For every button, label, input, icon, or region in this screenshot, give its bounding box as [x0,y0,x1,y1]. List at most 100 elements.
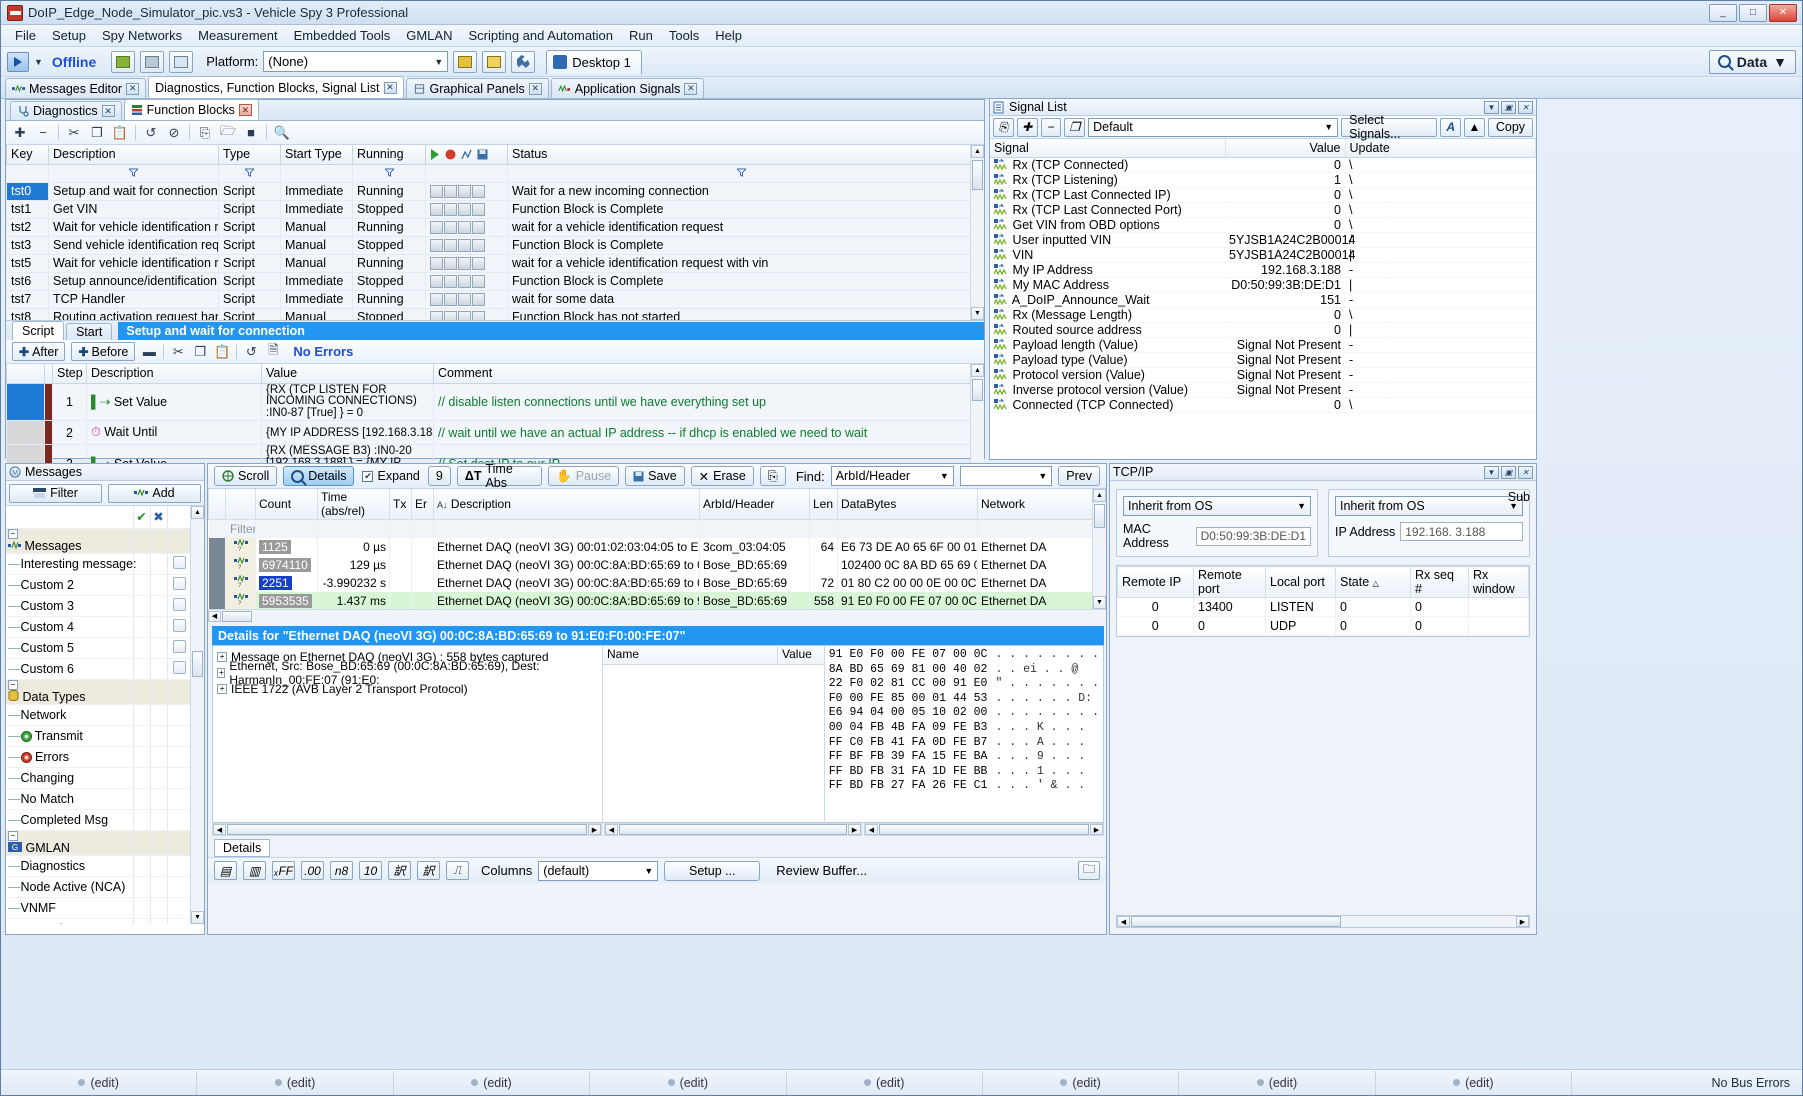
list-item[interactable]: ―Node Active (NCA) [6,876,191,897]
clear-all-icon[interactable]: ✖ [150,506,167,528]
run-block-button[interactable] [430,239,443,252]
scroll-thumb[interactable] [222,611,252,622]
find-prev-button[interactable]: Prev [1058,466,1100,486]
col-running[interactable]: Running [353,145,426,164]
remove-icon[interactable]: − [1041,118,1062,137]
cell-c[interactable] [167,637,191,658]
collapse-icon[interactable]: − [8,529,18,539]
erase-button[interactable]: ✕Erase [691,466,754,486]
close-icon[interactable]: ✕ [529,83,542,95]
script-scrollbar[interactable]: ▲ [970,364,984,476]
panel-menu-icon[interactable]: ▼ [1484,466,1499,479]
stop-block-button[interactable] [444,293,457,306]
list-item[interactable]: ―No Match [6,788,191,809]
col-description[interactable]: Description [49,145,219,164]
menu-item-scripting[interactable]: Scripting and Automation [460,26,621,45]
stop-icon[interactable]: ■ [243,125,259,141]
language-icon[interactable]: 訳 [417,861,440,880]
close-icon[interactable]: ✕ [102,105,115,117]
data-button[interactable]: Data ▼ [1709,50,1796,74]
graph-block-button[interactable] [458,185,471,198]
table-row[interactable]: ? 2251 -3.990232 s Ethernet DAQ (neoVI 3… [209,574,1094,592]
filter-er[interactable] [412,520,434,538]
col-start-type[interactable]: Start Type [281,145,353,164]
toggle-box[interactable] [173,577,186,590]
stop-block-button[interactable] [444,257,457,270]
messages-tree-scrollbar[interactable]: ▲ ▼ [190,506,204,924]
menu-item-embedded-tools[interactable]: Embedded Tools [286,26,399,45]
toggle-box[interactable] [173,598,186,611]
collapse-icon[interactable]: − [8,680,18,690]
table-row[interactable]: 0 0 UDP 0 0 [1118,617,1529,636]
filter-input[interactable]: Filter [226,520,256,538]
close-icon[interactable]: ✕ [126,83,139,95]
scroll-thumb[interactable] [879,824,1089,835]
copy-button[interactable]: ⎘ [760,466,786,486]
tab-details[interactable]: Details [214,839,270,857]
list-item[interactable]: ―Custom 6 [6,658,191,679]
graph-block-button[interactable] [458,257,471,270]
col-count[interactable]: Count [256,489,318,520]
col-er[interactable]: Er [412,489,434,520]
tree-group-gmlan[interactable]: − G GMLAN [6,830,191,855]
list-item[interactable]: Rx (Message Length)0\ [990,307,1536,322]
mac-address-input[interactable]: D0:50:99:3B:DE:D1 [1196,527,1311,546]
tab-script[interactable]: Script [12,321,64,340]
list-item[interactable]: Get VIN from OBD options0\ [990,217,1536,232]
stop-block-button[interactable] [444,311,457,322]
scroll-thumb[interactable] [227,824,587,835]
col-arbid[interactable]: ArbId/Header [700,489,810,520]
close-button[interactable]: ✕ [1769,4,1797,22]
list-item[interactable]: ―Changing [6,767,191,788]
maximize-button[interactable]: □ [1739,4,1767,22]
col-key[interactable]: Key [7,145,49,164]
status-cell[interactable]: (edit) [983,1071,1179,1095]
list-item[interactable]: Payload type (Value)Signal Not Present- [990,352,1536,367]
scroll-thumb[interactable] [972,160,983,190]
table-row[interactable]: tst3Send vehicle identification request … [7,236,975,254]
filter-tx[interactable] [390,520,412,538]
play-icon[interactable] [430,149,440,160]
desktop-tab[interactable]: Desktop 1 [546,50,642,74]
menu-item-file[interactable]: File [7,26,44,45]
filter-databytes[interactable] [838,520,978,538]
col-step-description[interactable]: Description [87,364,262,383]
table-row[interactable]: tst6Setup announce/identificationScriptI… [7,272,975,290]
row-selector[interactable] [7,383,45,421]
panel-menu-icon[interactable]: ▼ [1484,101,1499,114]
table-row[interactable]: tst8Routing activation request handlerSc… [7,308,975,321]
menu-item-spy-networks[interactable]: Spy Networks [94,26,190,45]
run-button[interactable] [7,52,29,72]
sort-asc-icon[interactable]: ▲ [1464,118,1485,137]
status-cell[interactable]: (edit) [1376,1071,1572,1095]
filter-button[interactable]: Filter [9,484,102,503]
list-item[interactable]: ―Diagnostics [6,855,191,876]
ip-address-input[interactable]: 192.168. 3.188 [1400,522,1523,541]
col-description[interactable]: A↓ Description [434,489,700,520]
status-cell[interactable]: (edit) [1179,1071,1375,1095]
col-local-port[interactable]: Local port [1266,567,1336,598]
duplicate-icon[interactable]: ⎘ [197,125,213,141]
run-block-button[interactable] [430,185,443,198]
table-row[interactable]: 1 ▌⇢ Set Value {RX (TCP LISTEN FOR INCOM… [7,383,975,421]
scroll-left-icon[interactable]: ◀ [605,824,618,835]
scroll-left-icon[interactable]: ◀ [865,824,878,835]
filter-running[interactable] [353,164,426,182]
scroll-right-icon[interactable]: ▶ [1090,824,1103,835]
decimal-format-icon[interactable]: .00 [301,861,324,880]
scroll-right-icon[interactable]: ▶ [1516,916,1529,927]
scroll-left-icon[interactable]: ◀ [208,611,221,622]
stop-block-button[interactable] [444,221,457,234]
toggle-box[interactable] [173,556,186,569]
translate-icon[interactable]: 訳 [388,861,411,880]
details-button[interactable]: Details [283,466,354,486]
col-update[interactable]: Update [1345,139,1385,157]
col-len[interactable]: Len [810,489,838,520]
filter-arbid[interactable] [700,520,810,538]
filter-status[interactable] [508,164,975,182]
table-row[interactable]: 0 13400 LISTEN 0 0 [1118,598,1529,617]
filter-description[interactable] [49,164,219,182]
signal-profile-select[interactable]: Default ▼ [1088,118,1338,137]
table-row[interactable]: tst0Setup and wait for connectionScriptI… [7,182,975,200]
columns-select[interactable]: (default) ▼ [538,861,658,881]
